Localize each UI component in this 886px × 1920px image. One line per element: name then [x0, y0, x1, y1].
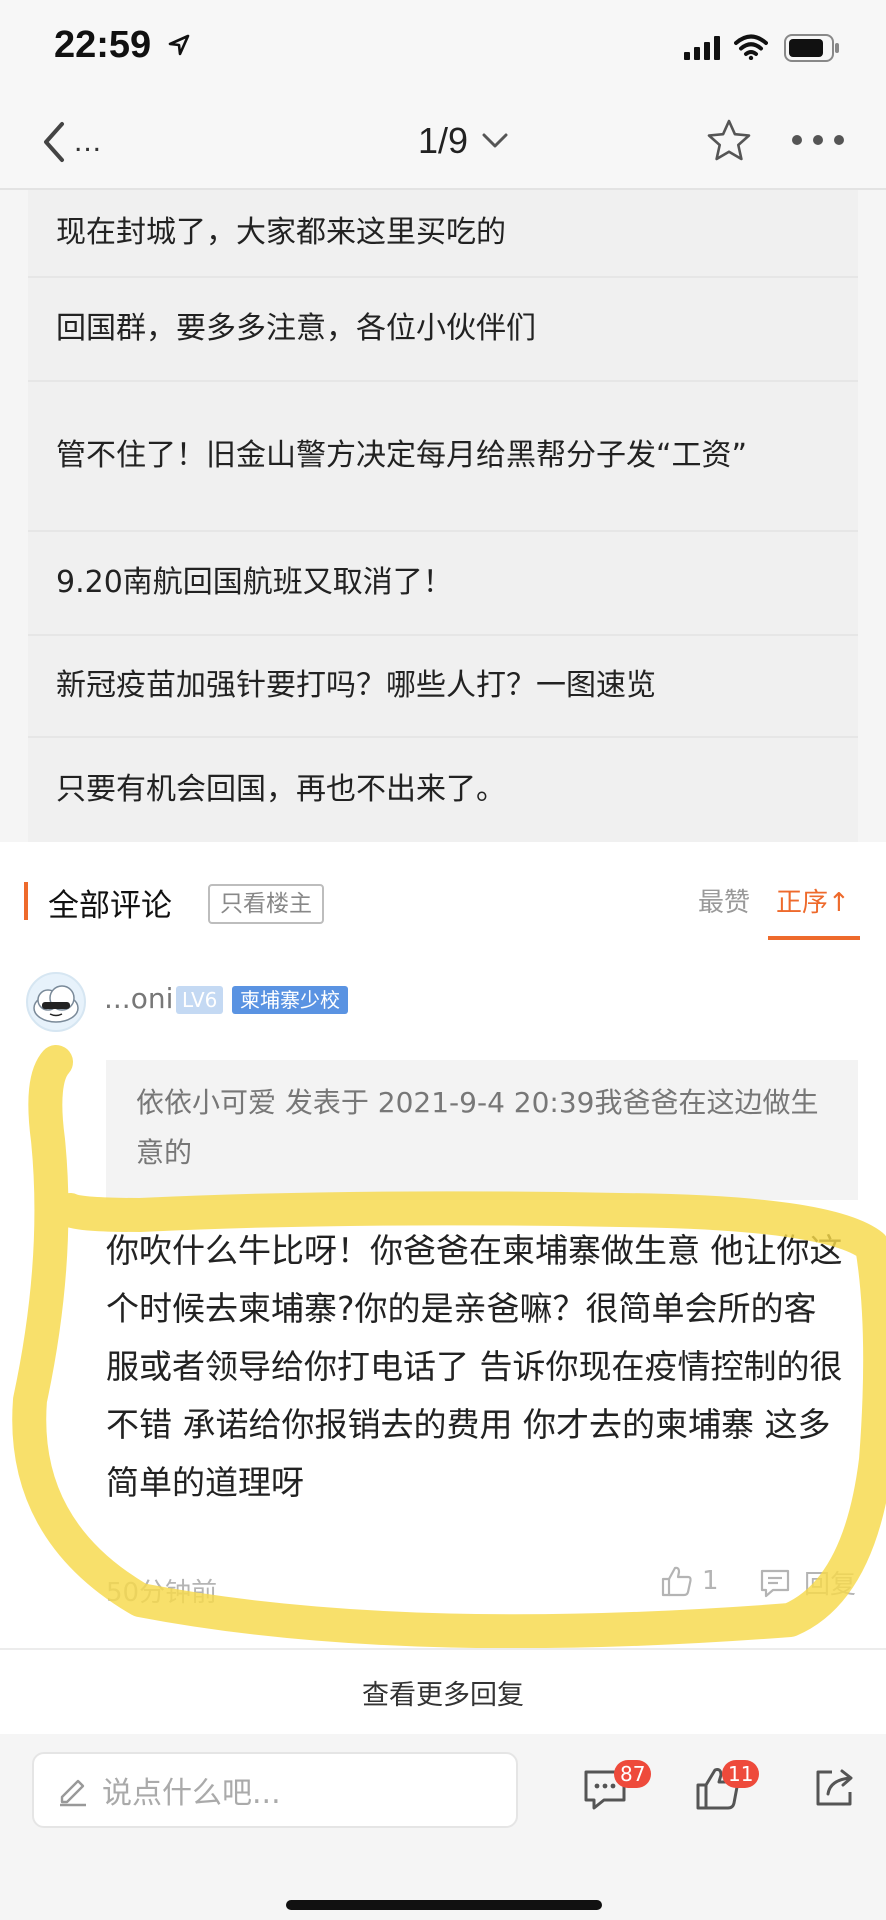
page-indicator: 1/9	[418, 120, 469, 161]
avatar[interactable]	[26, 972, 86, 1032]
pen-icon	[60, 1779, 86, 1807]
related-post-item[interactable]: 管不住了！旧金山警方决定每月给黑帮分子发“工资”	[28, 382, 858, 532]
comments-title: 全部评论	[48, 888, 172, 924]
sort-popular-tab[interactable]: 最赞	[698, 882, 750, 919]
view-more-replies-link[interactable]: 查看更多回复	[362, 1673, 524, 1712]
related-post-title: 现在封城了，大家都来这里买吃的	[56, 215, 506, 250]
active-tab-underline	[768, 936, 860, 940]
reply-icon	[760, 1569, 790, 1597]
related-post-item[interactable]: 现在封城了，大家都来这里买吃的	[28, 190, 858, 278]
chevron-down-icon	[482, 133, 508, 148]
more-dot	[813, 135, 823, 145]
back-chevron-icon	[44, 122, 64, 162]
like-count: 1	[702, 1566, 719, 1596]
nav-bar: ... 1/9	[0, 96, 886, 190]
more-replies-row[interactable]: 查看更多回复	[0, 1648, 886, 1734]
reply-label: 回复	[804, 1570, 857, 1600]
share-icon[interactable]	[812, 1766, 856, 1810]
op-only-button[interactable]: 只看楼主	[208, 884, 324, 924]
like-button[interactable]: 1	[660, 1564, 719, 1598]
quoted-comment: 依依小可爱 发表于 2021-9-4 20:39我爸爸在这边做生意的	[106, 1060, 858, 1200]
related-post-item[interactable]: 只要有机会回国，再也不出来了。	[28, 738, 858, 842]
star-icon[interactable]	[706, 118, 752, 164]
reply-button[interactable]: 回复	[758, 1564, 856, 1601]
related-post-title: 新冠疫苗加强针要打吗？哪些人打？一图速览	[56, 668, 656, 703]
related-post-item[interactable]: 回国群，要多多注意，各位小伙伴们	[28, 278, 858, 382]
back-button[interactable]: ...	[40, 120, 120, 164]
comment-time: 50分钟前	[106, 1578, 218, 1608]
status-time: 22:59	[54, 24, 152, 66]
related-post-title: 只要有机会回国，再也不出来了。	[56, 772, 506, 807]
signal-icon	[684, 36, 720, 60]
more-icon[interactable]	[792, 128, 844, 152]
avatar-image	[33, 985, 79, 1023]
bottom-bar: 说点什么吧... 87 11	[0, 1734, 886, 1920]
user-tag-badge: 柬埔寨少校	[232, 986, 348, 1014]
thumbs-up-icon	[661, 1566, 692, 1597]
location-arrow-icon	[168, 34, 190, 56]
more-dot	[792, 135, 802, 145]
page-selector[interactable]: 1/9	[418, 116, 508, 166]
back-ellipsis: ...	[74, 125, 103, 158]
battery-icon	[784, 34, 839, 62]
level-badge: LV6	[176, 986, 224, 1014]
header-accent-bar	[24, 882, 28, 920]
like-count-badge: 11	[722, 1760, 760, 1788]
status-bar: 22:59	[0, 0, 886, 96]
sort-order-tab[interactable]: 正序↑	[776, 882, 850, 919]
related-post-item[interactable]: 新冠疫苗加强针要打吗？哪些人打？一图速览	[28, 636, 858, 738]
comment-text: 你吹什么牛比呀！你爸爸在柬埔寨做生意 他让你这个时候去柬埔寨?你的是亲爸嘛？很简…	[106, 1231, 843, 1502]
related-post-item[interactable]: 9.20南航回国航班又取消了！	[28, 532, 858, 636]
related-post-title: 管不住了！旧金山警方决定每月给黑帮分子发“工资”	[56, 438, 748, 473]
comments-section: 全部评论 只看楼主 最赞 正序↑ ...oni LV6 柬埔寨少校 依依小可爱 …	[0, 842, 886, 1648]
related-post-title: 回国群，要多多注意，各位小伙伴们	[56, 311, 536, 346]
more-dot	[834, 135, 844, 145]
related-posts-list: 现在封城了，大家都来这里买吃的 回国群，要多多注意，各位小伙伴们 管不住了！旧金…	[28, 190, 858, 842]
wifi-icon	[734, 34, 768, 60]
comment-username[interactable]: ...oni	[104, 982, 173, 1015]
comment-input[interactable]: 说点什么吧...	[32, 1752, 518, 1828]
comment-input-placeholder: 说点什么吧...	[102, 1776, 281, 1811]
home-indicator	[286, 1900, 602, 1910]
comment-count-badge: 87	[614, 1760, 652, 1788]
related-post-title: 9.20南航回国航班又取消了！	[56, 565, 453, 600]
comments-header: 全部评论 只看楼主 最赞 正序↑	[0, 842, 886, 942]
